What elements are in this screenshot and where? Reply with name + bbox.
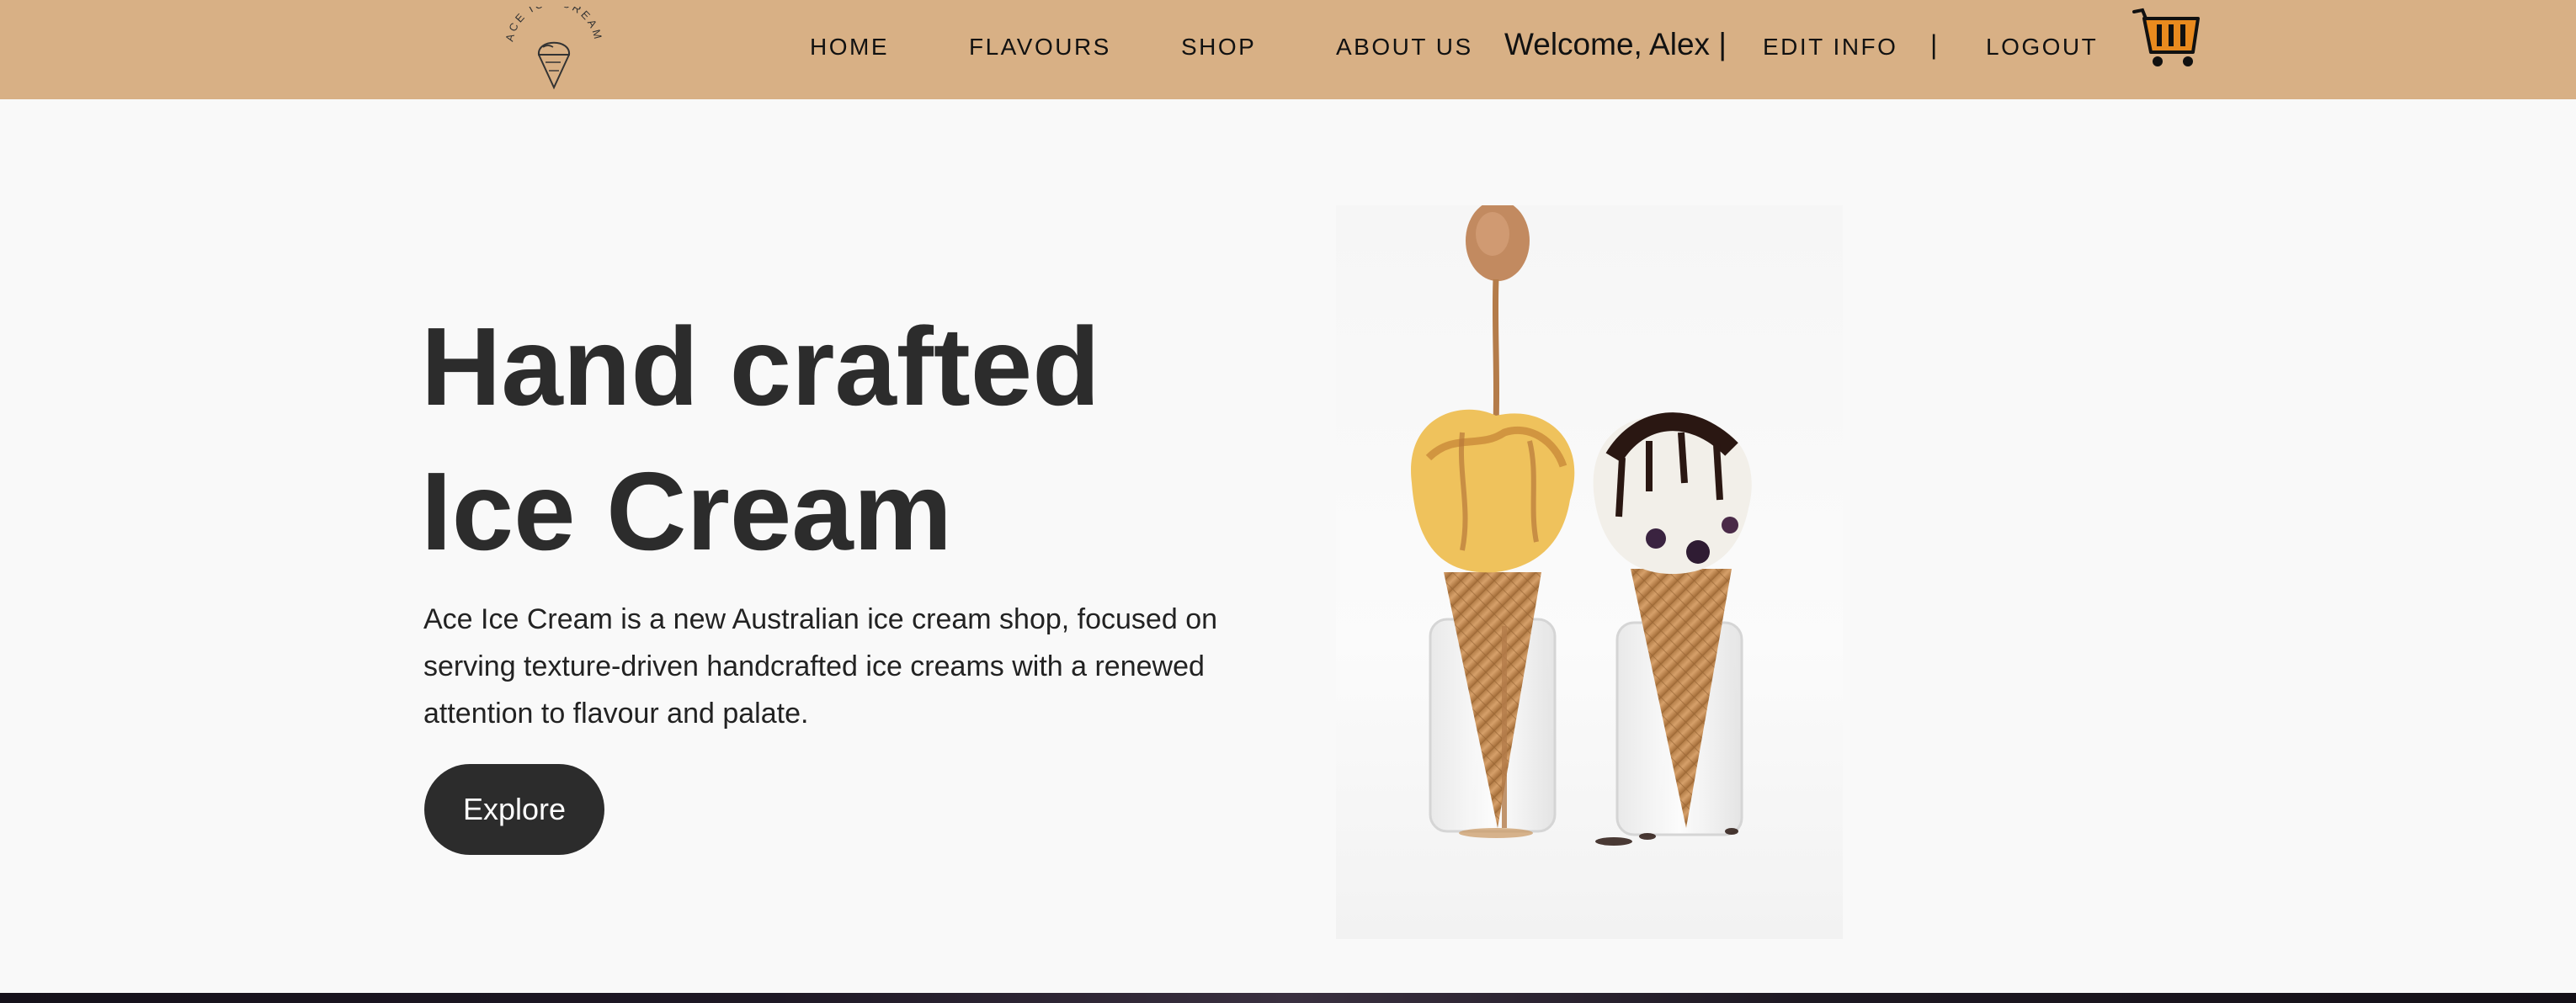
nav-logout[interactable]: LOGOUT bbox=[1986, 34, 2098, 61]
svg-text:ACE ICE CREAM: ACE ICE CREAM bbox=[503, 7, 604, 43]
shopping-cart-icon[interactable] bbox=[2132, 7, 2201, 69]
hero-title-line-1: Hand crafted bbox=[421, 305, 1100, 428]
site-header: ACE ICE CREAM HOME FLAVOURS SHOP ABOUT U… bbox=[0, 0, 2576, 99]
welcome-message: Welcome, Alex | bbox=[1504, 27, 1727, 62]
explore-button[interactable]: Explore bbox=[424, 764, 604, 855]
next-section-edge bbox=[0, 993, 2576, 1003]
welcome-text: Welcome, Alex bbox=[1504, 27, 1711, 61]
nav-edit-info[interactable]: EDIT INFO bbox=[1763, 34, 1897, 61]
nav-flavours[interactable]: FLAVOURS bbox=[969, 34, 1111, 61]
nav-about-us[interactable]: ABOUT US bbox=[1336, 34, 1473, 61]
hero-title-line-2: Ice Cream bbox=[421, 449, 953, 573]
nav-shop[interactable]: SHOP bbox=[1181, 34, 1256, 61]
nav-home[interactable]: HOME bbox=[810, 34, 889, 61]
nav-separator: | bbox=[1930, 29, 1938, 60]
ace-ice-cream-logo[interactable]: ACE ICE CREAM bbox=[501, 7, 607, 91]
hero-title: Hand crafted Ice Cream bbox=[421, 295, 1100, 584]
ice-cream-cones-illustration bbox=[1411, 205, 1752, 846]
hero-description: Ace Ice Cream is a new Australian ice cr… bbox=[423, 603, 1218, 730]
hero-ice-cream-image bbox=[1336, 205, 1843, 939]
welcome-separator: | bbox=[1718, 27, 1727, 61]
